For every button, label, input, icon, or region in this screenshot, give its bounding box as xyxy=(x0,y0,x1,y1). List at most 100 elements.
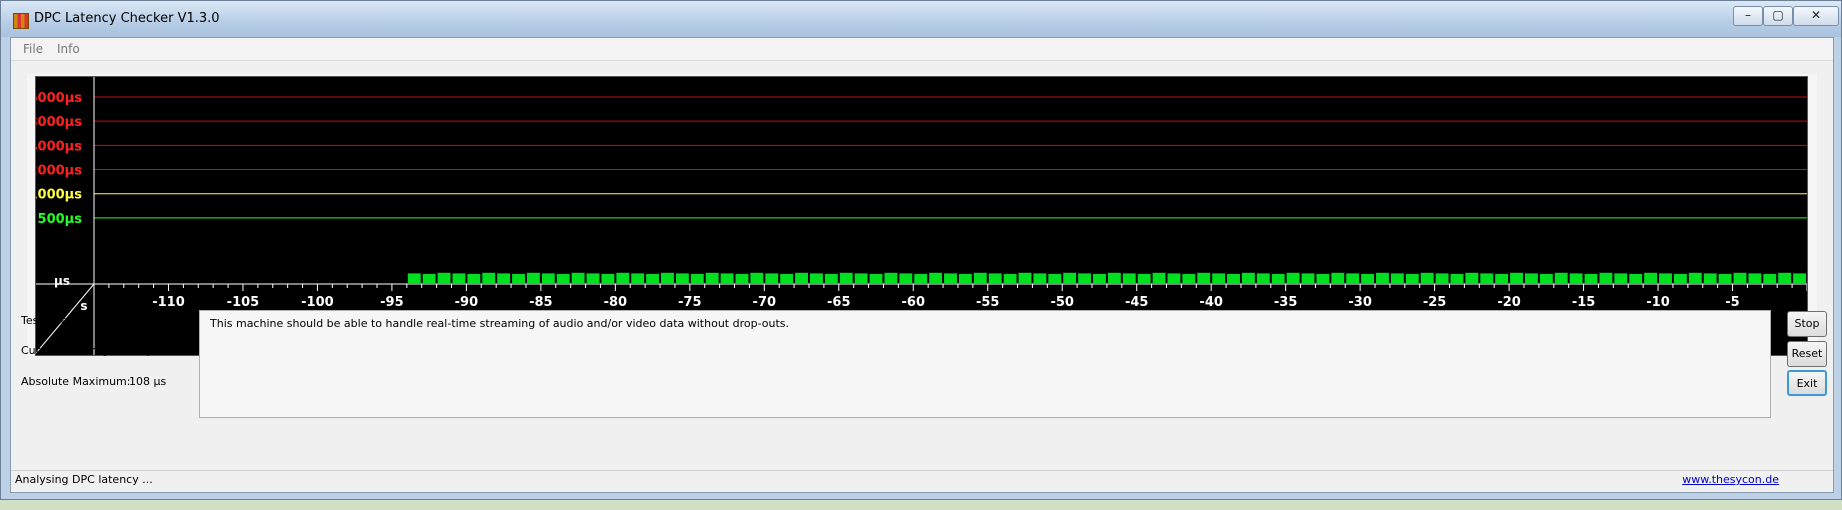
latency-bar xyxy=(988,273,1002,284)
latency-bar xyxy=(1524,273,1538,284)
latency-bar xyxy=(1093,274,1106,284)
title-bar[interactable]: DPC Latency Checker V1.3.0 – ▢ ✕ xyxy=(1,1,1841,37)
exit-button[interactable]: Exit xyxy=(1787,370,1827,396)
status-bar: Analysing DPC latency ... www.thesycon.d… xyxy=(11,470,1833,488)
x-tick-label: -95 xyxy=(380,295,404,310)
latency-bar xyxy=(1659,273,1672,284)
latency-bar xyxy=(1286,272,1300,284)
current-latency-value: 95 µs xyxy=(129,344,160,357)
latency-bar xyxy=(1763,274,1777,284)
latency-bar xyxy=(1778,272,1792,284)
latency-bar xyxy=(1003,274,1017,284)
latency-bar xyxy=(1182,274,1196,284)
latency-bar xyxy=(1122,273,1136,284)
latency-bar xyxy=(407,273,421,284)
latency-bar xyxy=(1614,273,1628,284)
latency-bar xyxy=(1554,272,1568,284)
latency-bar xyxy=(1450,274,1464,284)
latency-bar xyxy=(571,272,585,284)
latency-bar xyxy=(467,274,481,284)
menu-file[interactable]: File xyxy=(23,42,43,56)
latency-bar xyxy=(1376,272,1389,284)
latency-bar xyxy=(512,274,525,284)
y-unit-label: µs xyxy=(54,274,70,288)
app-icon xyxy=(13,13,29,29)
latency-bar xyxy=(1271,274,1285,284)
maximize-button[interactable]: ▢ xyxy=(1763,6,1793,26)
latency-bar xyxy=(1793,273,1806,284)
status-text: Analysing DPC latency ... xyxy=(15,473,153,486)
latency-bar xyxy=(720,273,734,284)
x-tick-label: -25 xyxy=(1423,295,1447,310)
latency-bar xyxy=(616,272,630,284)
latency-bar xyxy=(541,273,555,284)
stop-button[interactable]: Stop xyxy=(1787,311,1827,337)
level-label: 8000µs xyxy=(36,115,82,130)
latency-bar xyxy=(1241,272,1255,284)
latency-bar xyxy=(1033,273,1047,284)
latency-bar xyxy=(1137,274,1151,284)
latency-bar xyxy=(1718,274,1732,284)
level-label: 1000µs xyxy=(36,188,82,203)
latency-bar xyxy=(1152,272,1166,284)
latency-bar xyxy=(958,274,972,284)
latency-bar xyxy=(780,274,794,284)
latency-bar xyxy=(1167,273,1181,284)
latency-bar xyxy=(1048,274,1062,284)
latency-bar xyxy=(1569,273,1583,284)
menu-info[interactable]: Info xyxy=(57,42,80,56)
x-tick-label: -30 xyxy=(1348,295,1372,310)
latency-bar xyxy=(795,272,808,284)
latency-bar xyxy=(1078,273,1092,284)
latency-bar xyxy=(452,273,466,284)
latency-bar xyxy=(735,274,749,284)
latency-bar xyxy=(854,273,868,284)
latency-bar xyxy=(497,273,511,284)
x-tick-label: -45 xyxy=(1125,295,1149,310)
latency-bar xyxy=(809,273,823,284)
latency-bar xyxy=(601,274,615,284)
latency-bar xyxy=(675,273,689,284)
latency-bar xyxy=(1480,273,1494,284)
latency-bar xyxy=(869,274,883,284)
close-button[interactable]: ✕ xyxy=(1793,6,1839,26)
x-tick-label: -35 xyxy=(1274,295,1298,310)
latency-bar xyxy=(1688,272,1702,284)
latency-bar xyxy=(1435,273,1449,284)
latency-bar xyxy=(884,272,898,284)
x-tick-label: -60 xyxy=(902,295,926,310)
app-window: DPC Latency Checker V1.3.0 – ▢ ✕ File In… xyxy=(0,0,1842,500)
x-tick-label: -40 xyxy=(1199,295,1223,310)
latency-bar xyxy=(1405,274,1419,284)
latency-bar xyxy=(1599,272,1613,284)
website-link[interactable]: www.thesycon.de xyxy=(1682,473,1779,486)
latency-bar xyxy=(1495,274,1509,284)
x-tick-label: -70 xyxy=(753,295,777,310)
x-tick-label: -105 xyxy=(227,295,260,310)
minimize-button[interactable]: – xyxy=(1733,6,1763,26)
latency-bar xyxy=(526,272,540,284)
reset-button[interactable]: Reset xyxy=(1787,341,1827,367)
x-tick-label: -85 xyxy=(529,295,553,310)
latency-bar xyxy=(631,273,645,284)
x-tick-label: -15 xyxy=(1572,295,1596,310)
latency-bar xyxy=(646,274,660,284)
latency-bar xyxy=(824,274,838,284)
latency-bar xyxy=(1465,272,1479,284)
latency-bar xyxy=(1063,272,1077,284)
latency-bar xyxy=(750,272,764,284)
level-label: 16000µs xyxy=(36,91,82,106)
latency-bar xyxy=(929,272,943,284)
result-message: This machine should be able to handle re… xyxy=(210,317,789,330)
latency-bar xyxy=(1748,273,1762,284)
level-label: 2000µs xyxy=(36,164,82,179)
latency-bar xyxy=(1390,273,1404,284)
latency-bar xyxy=(1212,273,1226,284)
test-interval-value: 1000 µs xyxy=(129,314,174,327)
latency-bar xyxy=(586,273,600,284)
x-tick-label: -100 xyxy=(301,295,334,310)
latency-bar xyxy=(1420,272,1434,284)
absolute-maximum-label: Absolute Maximum: xyxy=(21,375,131,388)
x-tick-label: -65 xyxy=(827,295,851,310)
x-tick-label: -20 xyxy=(1497,295,1521,310)
